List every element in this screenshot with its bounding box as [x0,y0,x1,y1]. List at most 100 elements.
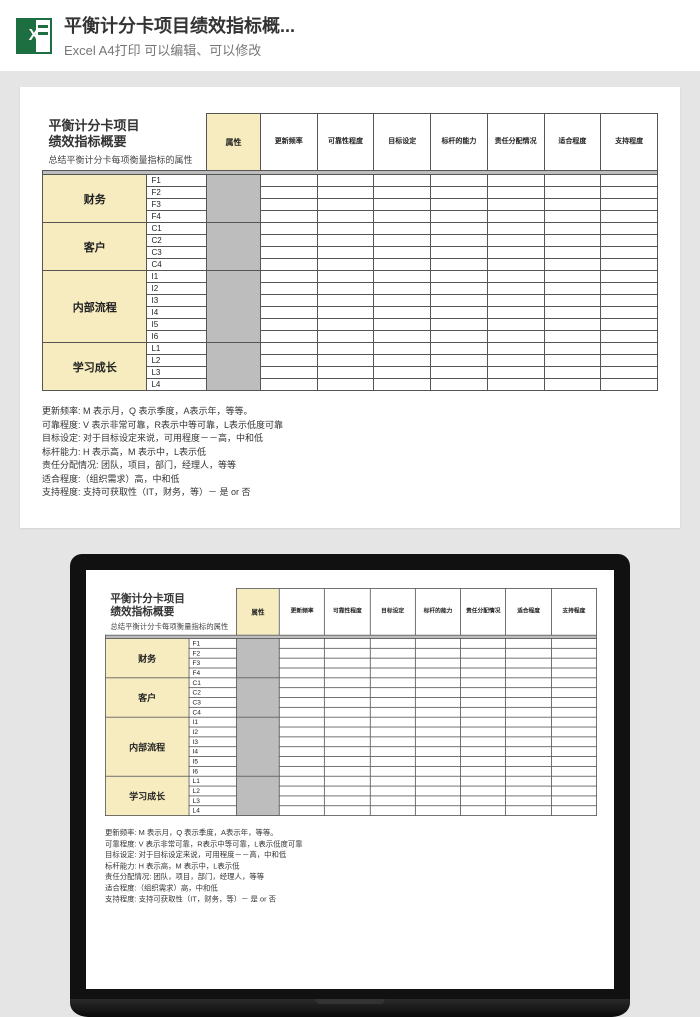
data-cell[interactable] [551,648,596,658]
data-cell[interactable] [415,707,460,717]
data-cell[interactable] [506,727,551,737]
data-cell[interactable] [317,211,374,223]
data-cell[interactable] [601,247,658,259]
data-cell[interactable] [506,638,551,648]
data-cell[interactable] [415,806,460,816]
data-cell[interactable] [260,223,317,235]
data-cell[interactable] [374,259,431,271]
data-cell[interactable] [461,757,506,767]
data-cell[interactable] [415,776,460,786]
data-cell[interactable] [487,331,544,343]
data-cell[interactable] [601,187,658,199]
data-cell[interactable] [461,776,506,786]
data-cell[interactable] [415,786,460,796]
data-cell[interactable] [317,319,374,331]
data-cell[interactable] [317,235,374,247]
data-cell[interactable] [370,757,415,767]
data-cell[interactable] [431,247,488,259]
data-cell[interactable] [317,343,374,355]
data-cell[interactable] [431,379,488,391]
data-cell[interactable] [260,271,317,283]
data-cell[interactable] [487,199,544,211]
data-cell[interactable] [317,295,374,307]
data-cell[interactable] [461,668,506,678]
data-cell[interactable] [374,319,431,331]
data-cell[interactable] [260,187,317,199]
data-cell[interactable] [370,717,415,727]
data-cell[interactable] [601,199,658,211]
data-cell[interactable] [260,307,317,319]
data-cell[interactable] [325,717,370,727]
data-cell[interactable] [260,331,317,343]
data-cell[interactable] [601,343,658,355]
data-cell[interactable] [461,747,506,757]
data-cell[interactable] [317,259,374,271]
data-cell[interactable] [374,367,431,379]
data-cell[interactable] [370,638,415,648]
data-cell[interactable] [544,187,601,199]
data-cell[interactable] [279,747,324,757]
data-cell[interactable] [487,379,544,391]
data-cell[interactable] [431,211,488,223]
data-cell[interactable] [374,355,431,367]
data-cell[interactable] [374,331,431,343]
data-cell[interactable] [551,707,596,717]
data-cell[interactable] [260,175,317,187]
data-cell[interactable] [370,698,415,708]
data-cell[interactable] [601,271,658,283]
data-cell[interactable] [544,307,601,319]
data-cell[interactable] [279,796,324,806]
data-cell[interactable] [506,737,551,747]
data-cell[interactable] [506,786,551,796]
data-cell[interactable] [601,367,658,379]
data-cell[interactable] [544,283,601,295]
data-cell[interactable] [415,737,460,747]
data-cell[interactable] [415,757,460,767]
data-cell[interactable] [370,806,415,816]
data-cell[interactable] [260,235,317,247]
data-cell[interactable] [551,776,596,786]
data-cell[interactable] [461,717,506,727]
data-cell[interactable] [370,786,415,796]
data-cell[interactable] [551,717,596,727]
data-cell[interactable] [415,727,460,737]
data-cell[interactable] [374,379,431,391]
data-cell[interactable] [279,638,324,648]
data-cell[interactable] [260,211,317,223]
data-cell[interactable] [325,678,370,688]
data-cell[interactable] [370,766,415,776]
data-cell[interactable] [431,283,488,295]
data-cell[interactable] [431,319,488,331]
data-cell[interactable] [601,331,658,343]
data-cell[interactable] [551,747,596,757]
data-cell[interactable] [461,766,506,776]
data-cell[interactable] [374,223,431,235]
data-cell[interactable] [601,355,658,367]
data-cell[interactable] [374,343,431,355]
data-cell[interactable] [370,776,415,786]
data-cell[interactable] [551,688,596,698]
data-cell[interactable] [461,796,506,806]
data-cell[interactable] [506,648,551,658]
data-cell[interactable] [260,367,317,379]
data-cell[interactable] [487,247,544,259]
data-cell[interactable] [506,806,551,816]
data-cell[interactable] [431,307,488,319]
data-cell[interactable] [544,247,601,259]
data-cell[interactable] [487,187,544,199]
data-cell[interactable] [487,259,544,271]
data-cell[interactable] [506,658,551,668]
data-cell[interactable] [317,187,374,199]
data-cell[interactable] [317,223,374,235]
data-cell[interactable] [370,678,415,688]
data-cell[interactable] [317,175,374,187]
data-cell[interactable] [279,806,324,816]
data-cell[interactable] [279,648,324,658]
data-cell[interactable] [431,355,488,367]
data-cell[interactable] [544,295,601,307]
data-cell[interactable] [370,688,415,698]
data-cell[interactable] [506,796,551,806]
data-cell[interactable] [601,307,658,319]
data-cell[interactable] [544,199,601,211]
data-cell[interactable] [431,343,488,355]
